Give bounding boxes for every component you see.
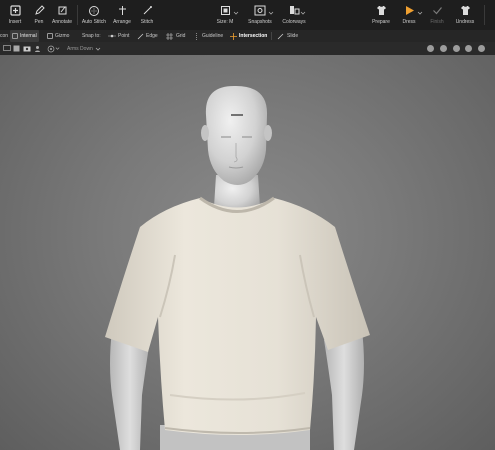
pose-chevron-down-icon <box>95 47 101 51</box>
plus-square-icon <box>8 4 22 17</box>
grid-icon <box>166 32 173 40</box>
render-mode-icon[interactable] <box>427 45 434 52</box>
layout-icon <box>13 45 20 52</box>
colorways-chevron-down-icon[interactable] <box>300 10 306 16</box>
material-mode-icon[interactable] <box>453 45 460 52</box>
snapshot-icon <box>253 4 267 17</box>
gizmo-label: Gizmo <box>55 33 70 39</box>
snap-edge-toggle[interactable]: Edge <box>137 30 158 42</box>
arrange-icon <box>115 4 129 17</box>
guideline-icon <box>196 32 197 40</box>
camera-button[interactable] <box>23 42 31 55</box>
edge-label: Edge <box>146 33 158 39</box>
texture-button[interactable] <box>47 42 60 55</box>
gizmo-toggle[interactable]: Gizmo <box>47 30 69 42</box>
texture-chevron-down-icon <box>55 47 60 50</box>
snap-options-bar: con Internal Gizmo Snap to: Point Edge G… <box>0 30 495 42</box>
layout-button[interactable] <box>13 42 20 55</box>
view-settings-icon[interactable] <box>478 45 485 52</box>
target-icon <box>47 45 55 52</box>
guideline-label: Guideline <box>202 33 224 39</box>
lighting-mode-icon[interactable] <box>465 45 472 52</box>
internal-label: Internal <box>20 33 37 39</box>
annotate-label: Annotate <box>51 19 73 25</box>
pose-dropdown[interactable]: Arms Down <box>67 42 101 55</box>
3d-viewport[interactable] <box>0 55 495 450</box>
camera-icon <box>23 46 31 52</box>
stitch-tool[interactable]: Stitch <box>129 4 165 26</box>
insert-label: Insert <box>8 19 22 25</box>
toolbar-divider <box>484 5 485 25</box>
slide-toggle[interactable]: Slide <box>277 30 298 42</box>
avatar-display-button[interactable] <box>34 42 41 55</box>
snap-intersection-toggle[interactable]: Intersection <box>230 30 267 42</box>
point-label: Point <box>118 33 130 39</box>
edge-icon <box>137 33 144 39</box>
prepare-label: Prepare <box>372 19 390 25</box>
main-toolbar: Insert Pen Annotate Auto Stitch Arrange … <box>0 0 495 30</box>
annotate-tool[interactable]: Annotate <box>44 4 80 26</box>
view-options-bar: Arms Down <box>0 42 495 55</box>
colorways-label: Colorways <box>282 19 306 25</box>
snap-point-toggle[interactable]: Point <box>108 30 129 42</box>
avatar-icon <box>35 46 40 52</box>
size-chevron-down-icon[interactable] <box>233 10 239 16</box>
finish-label: Finish <box>430 19 444 25</box>
snap-to-label: Snap to: <box>82 30 101 42</box>
undress-label: Undress <box>455 19 475 25</box>
size-icon <box>218 4 232 17</box>
stitch-icon <box>140 4 154 17</box>
monitor-icon <box>3 45 11 51</box>
view-mode-button[interactable] <box>3 42 11 55</box>
snap-guideline-toggle[interactable]: Guideline <box>193 30 223 42</box>
intersection-icon <box>230 32 237 40</box>
point-icon <box>108 34 116 38</box>
slide-label: Slide <box>287 33 299 39</box>
grid-label: Grid <box>176 33 186 39</box>
avatar-with-tshirt <box>105 85 370 450</box>
snapshots-chevron-down-icon[interactable] <box>268 10 274 16</box>
stitch-label: Stitch <box>140 19 154 25</box>
tshirt-icon <box>374 4 388 17</box>
intersection-label: Intersection <box>239 33 268 39</box>
internal-toggle[interactable]: Internal <box>10 30 39 42</box>
subbar-divider <box>271 32 272 40</box>
pen-label: Pen <box>34 19 44 25</box>
check-icon <box>430 4 444 17</box>
gizmo-icon <box>47 33 53 39</box>
auto-stitch-label: Auto Stitch <box>81 19 107 25</box>
dress-label: Dress <box>402 19 416 25</box>
colorways-tool[interactable]: Colorways <box>276 4 312 26</box>
snap-grid-toggle[interactable]: Grid <box>166 30 185 42</box>
partial-label-text: con <box>0 33 9 39</box>
auto-stitch-icon <box>87 4 101 17</box>
snap-to-text: Snap to: <box>82 33 101 39</box>
colorways-icon <box>287 4 301 17</box>
pose-label: Arms Down <box>67 45 93 52</box>
undress-tshirt-icon <box>458 4 472 17</box>
undress-tool[interactable]: Undress <box>447 4 483 26</box>
slide-icon <box>277 33 284 39</box>
shading-mode-icon[interactable] <box>440 45 447 52</box>
partial-label: con <box>0 30 8 42</box>
size-label: Size: M <box>216 19 234 25</box>
play-icon <box>402 4 416 17</box>
snapshots-label: Snapshots <box>248 19 272 25</box>
internal-checkbox-icon <box>12 33 18 39</box>
annotate-icon <box>55 4 69 17</box>
